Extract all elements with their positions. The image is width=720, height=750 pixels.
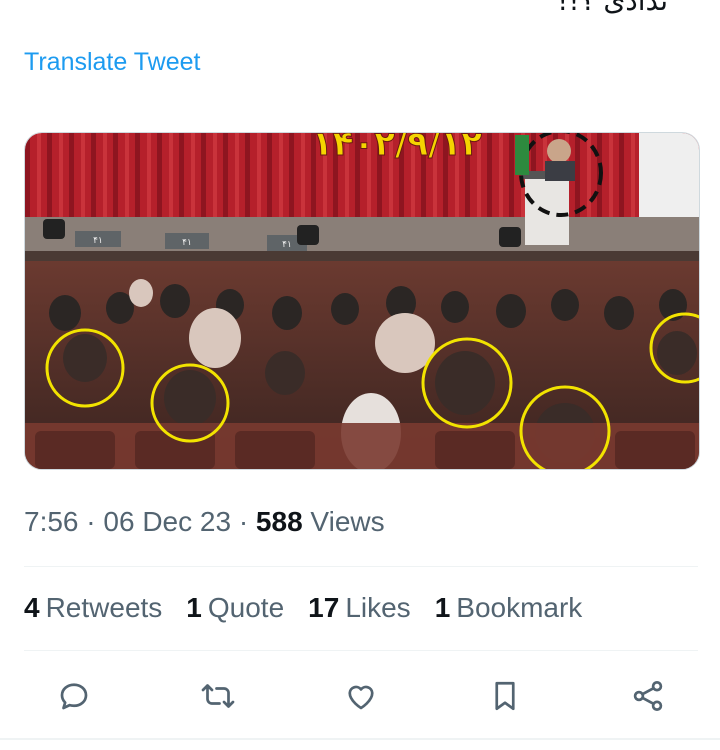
tweet-time[interactable]: 7:56 [24,506,79,537]
retweets-label: Retweets [45,592,163,623]
share-icon [633,681,663,711]
meta-separator: · [86,506,96,537]
likes-stat[interactable]: 17 Likes [308,592,411,624]
quotes-count: 1 [186,592,202,623]
like-button[interactable] [341,676,381,716]
bookmark-icon [494,681,515,711]
reply-icon [60,683,88,710]
bottom-divider [0,738,720,740]
tweet-meta: 7:56 · 06 Dec 23 · 588 Views [24,506,385,538]
retweet-icon [201,684,234,708]
bookmarks-label: Bookmark [456,592,583,623]
likes-label: Likes [345,592,411,623]
quotes-stat[interactable]: 1 Quote [186,592,284,624]
translate-tweet-link[interactable]: Translate Tweet [24,48,200,77]
overlay-date: ۱۴۰۲/۹/۱۲ [312,133,482,164]
tweet-stats: 4 Retweets 1 Quote 17 Likes 1 Bookmark [24,592,582,624]
reply-button[interactable] [54,676,94,716]
like-icon [348,685,374,710]
bookmarks-stat[interactable]: 1 Bookmark [435,592,583,624]
likes-count: 17 [308,592,340,623]
podium-sign: ۴۱ [182,238,192,248]
retweet-button[interactable] [198,676,238,716]
tweet-actions [24,668,698,724]
tweet-text: ندادی ؟!! [557,0,668,17]
divider [24,650,698,651]
podium-sign: ۴۱ [93,236,103,246]
meta-separator: · [238,506,249,537]
quotes-label: Quote [207,592,285,623]
divider [24,566,698,567]
tweet-media-image[interactable]: ۴۱ ۴۱ ۴۱ ۱۴۰۲/۹/۱۲ [24,132,700,470]
share-button[interactable] [628,676,668,716]
retweets-stat[interactable]: 4 Retweets [24,592,162,624]
views-label: Views [310,506,385,537]
retweets-count: 4 [24,592,40,623]
views-count: 588 [255,506,303,537]
tweet-date[interactable]: 06 Dec 23 [103,506,231,537]
bookmark-button[interactable] [485,676,525,716]
bookmarks-count: 1 [434,592,451,623]
auditorium-photo: ۴۱ ۴۱ ۴۱ ۱۴۰۲/۹/۱۲ [25,133,699,469]
podium-sign: ۴۱ [282,240,292,250]
